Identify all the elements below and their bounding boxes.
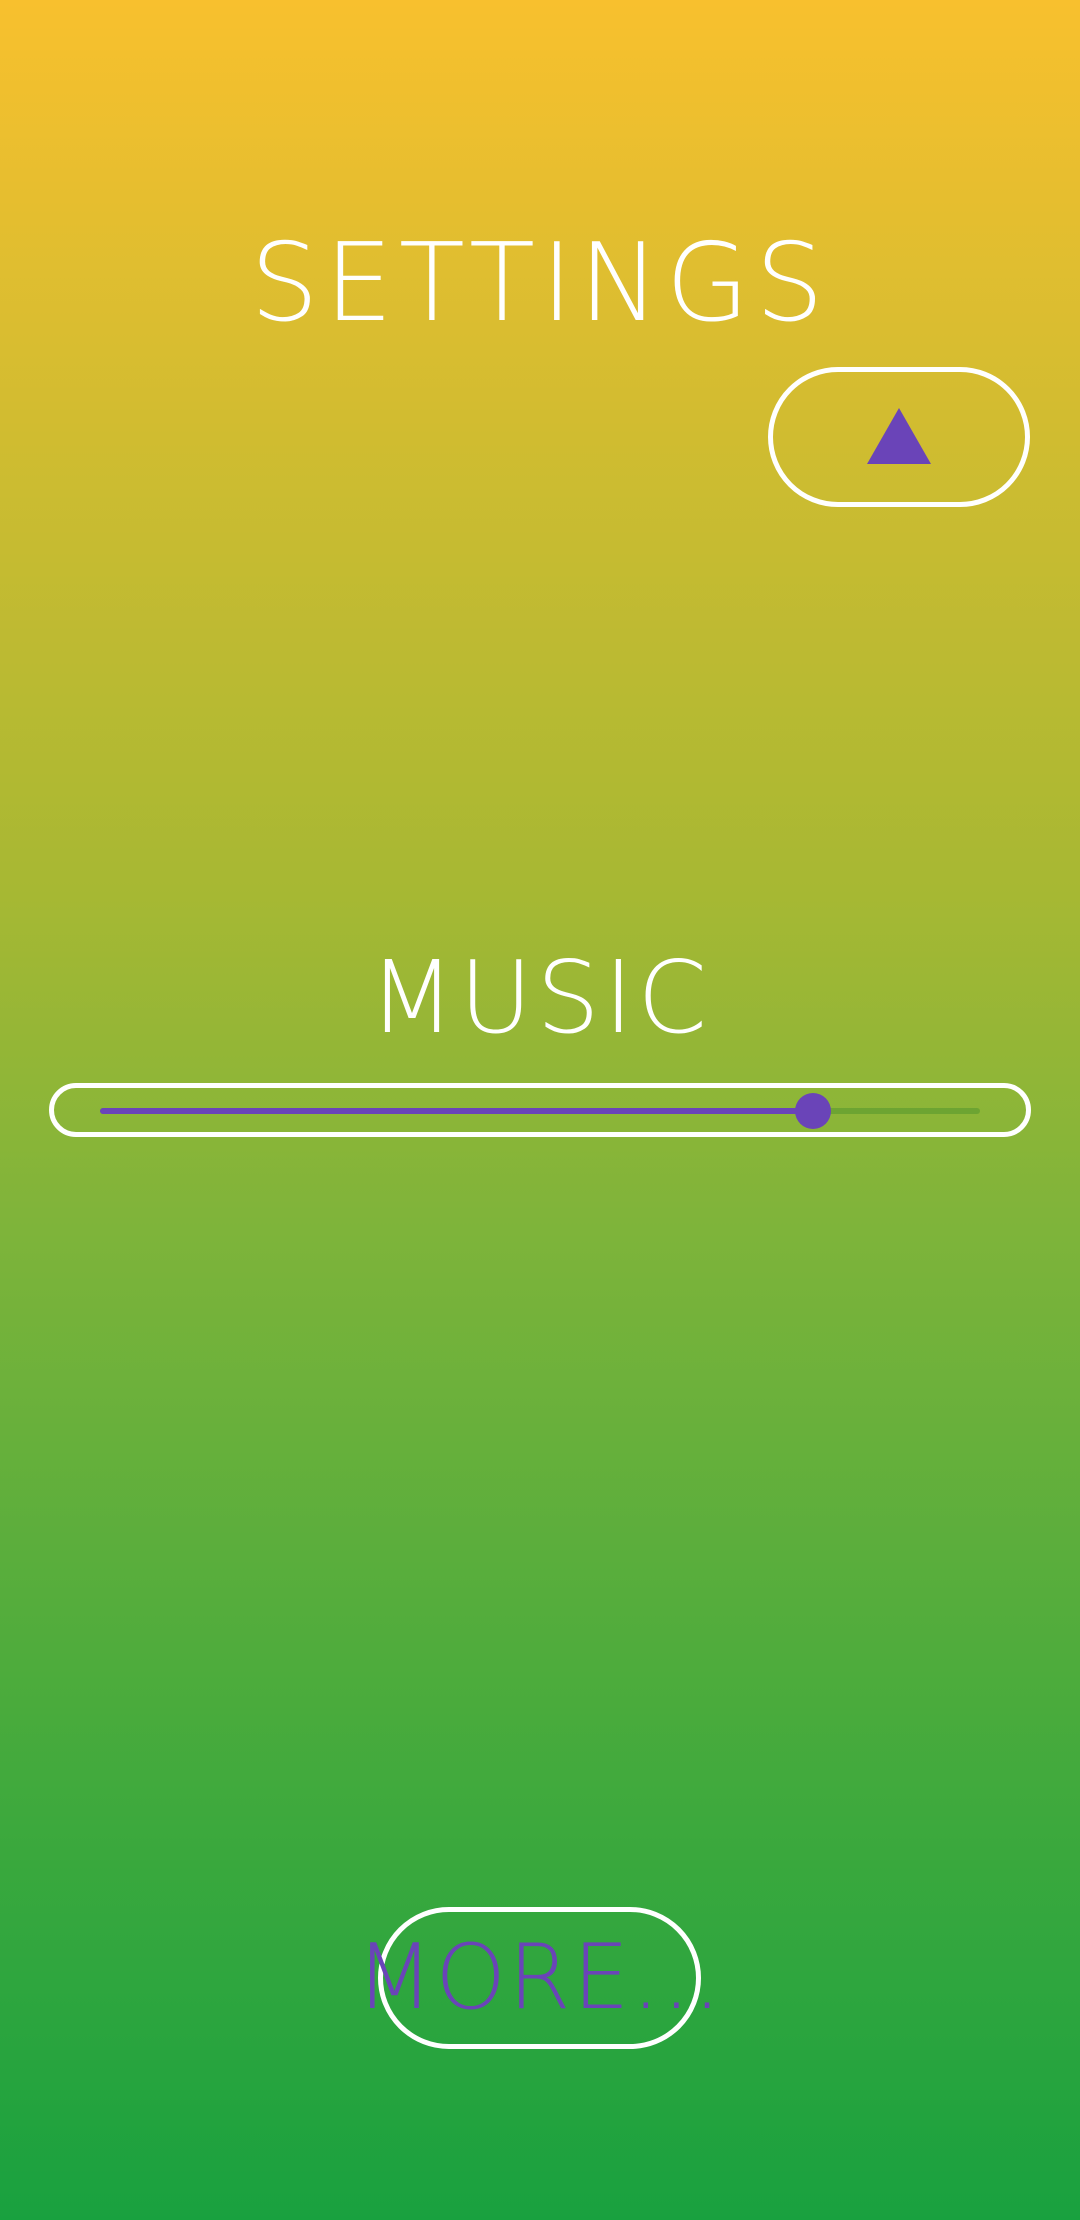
- music-label: MUSIC: [368, 939, 712, 1056]
- slider-track[interactable]: [100, 1093, 980, 1129]
- slider-fill: [100, 1108, 813, 1114]
- up-button[interactable]: [768, 367, 1030, 507]
- music-volume-slider[interactable]: [49, 1083, 1031, 1137]
- more-button-label: MORE...: [355, 1925, 724, 2030]
- page-title: SETTINGS: [250, 221, 830, 346]
- triangle-up-icon: [867, 408, 931, 464]
- more-button[interactable]: MORE...: [356, 1907, 721, 2049]
- slider-thumb[interactable]: [794, 1093, 831, 1129]
